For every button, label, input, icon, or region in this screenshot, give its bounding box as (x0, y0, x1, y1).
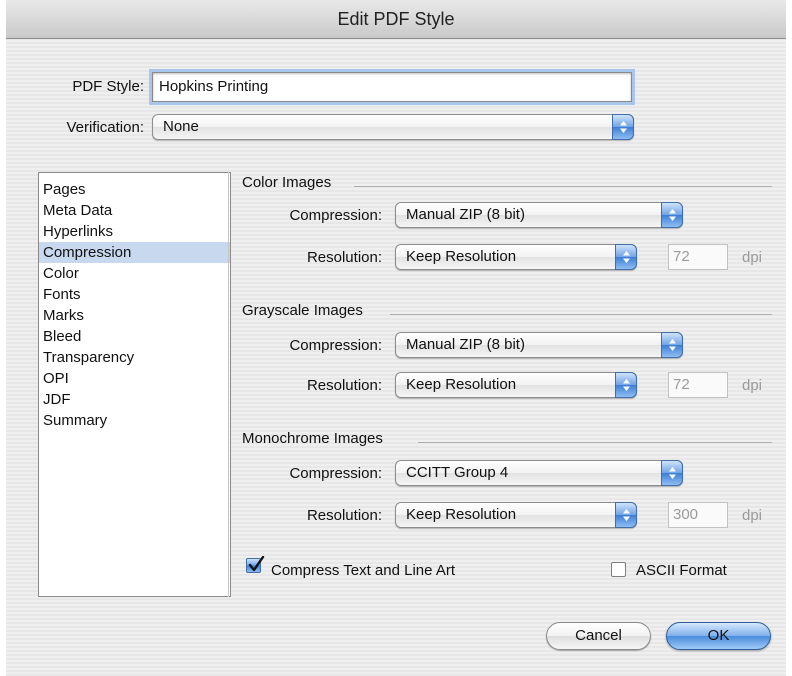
cancel-button[interactable]: Cancel (546, 622, 651, 650)
color-images-separator (354, 186, 772, 187)
grayscale-compression-popup[interactable]: Manual ZIP (8 bit) (395, 332, 683, 358)
color-dpi-field[interactable]: 72 (668, 244, 728, 270)
monochrome-compression-label: Compression: (289, 465, 382, 482)
sidebar-item-compression[interactable]: Compression (39, 242, 230, 263)
grayscale-compression-value: Manual ZIP (8 bit) (406, 336, 525, 353)
sidebar-item-transparency[interactable]: Transparency (39, 347, 230, 368)
grayscale-images-title: Grayscale Images (242, 302, 363, 319)
compress-text-checkbox[interactable] (246, 556, 265, 573)
monochrome-resolution-label: Resolution: (306, 507, 382, 524)
sidebar-item-meta-data[interactable]: Meta Data (39, 200, 230, 221)
ascii-format-label[interactable]: ASCII Format (636, 562, 727, 579)
ok-button[interactable]: OK (666, 622, 771, 650)
grayscale-resolution-value: Keep Resolution (406, 376, 517, 393)
monochrome-dpi-unit: dpi (742, 507, 763, 524)
sidebar-item-summary[interactable]: Summary (39, 410, 230, 431)
sidebar-item-opi[interactable]: OPI (39, 368, 230, 389)
panel-divider (228, 172, 229, 597)
popup-arrows-icon (612, 114, 634, 140)
monochrome-compression-value: CCITT Group 4 (406, 464, 509, 481)
popup-arrows-icon (615, 244, 637, 270)
color-resolution-popup[interactable]: Keep Resolution (395, 244, 637, 270)
popup-arrows-icon (615, 502, 637, 528)
color-resolution-value: Keep Resolution (406, 248, 517, 265)
color-compression-popup[interactable]: Manual ZIP (8 bit) (395, 202, 683, 228)
verification-popup[interactable]: None (152, 114, 634, 140)
sidebar-item-bleed[interactable]: Bleed (39, 326, 230, 347)
edit-pdf-style-dialog: Edit PDF Style PDF Style: Hopkins Printi… (6, 0, 786, 676)
checkmark-icon (248, 556, 265, 572)
monochrome-compression-popup[interactable]: CCITT Group 4 (395, 460, 683, 486)
color-compression-value: Manual ZIP (8 bit) (406, 206, 525, 223)
monochrome-resolution-value: Keep Resolution (406, 506, 517, 523)
sidebar-item-pages[interactable]: Pages (39, 179, 230, 200)
grayscale-dpi-field[interactable]: 72 (668, 372, 728, 398)
grayscale-resolution-popup[interactable]: Keep Resolution (395, 372, 637, 398)
verification-value: None (163, 118, 199, 135)
color-images-title: Color Images (242, 174, 332, 191)
popup-arrows-icon (615, 372, 637, 398)
color-resolution-label: Resolution: (306, 249, 382, 266)
grayscale-resolution-label: Resolution: (306, 377, 382, 394)
ascii-format-checkbox[interactable] (611, 562, 626, 577)
popup-arrows-icon (661, 332, 683, 358)
monochrome-resolution-popup[interactable]: Keep Resolution (395, 502, 637, 528)
compress-text-label[interactable]: Compress Text and Line Art (271, 562, 455, 579)
grayscale-images-separator (390, 314, 772, 315)
monochrome-dpi-field[interactable]: 300 (668, 502, 728, 528)
grayscale-compression-label: Compression: (289, 337, 382, 354)
sidebar-item-jdf[interactable]: JDF (39, 389, 230, 410)
dialog-title: Edit PDF Style (6, 0, 786, 39)
sidebar-item-fonts[interactable]: Fonts (39, 284, 230, 305)
monochrome-images-separator (418, 442, 772, 443)
pdf-style-field[interactable]: Hopkins Printing (152, 72, 632, 102)
category-list: Pages Meta Data Hyperlinks Compression C… (38, 172, 231, 597)
popup-arrows-icon (661, 460, 683, 486)
color-dpi-unit: dpi (742, 249, 763, 266)
sidebar-item-hyperlinks[interactable]: Hyperlinks (39, 221, 230, 242)
color-compression-label: Compression: (289, 207, 382, 224)
grayscale-dpi-unit: dpi (742, 377, 763, 394)
sidebar-item-marks[interactable]: Marks (39, 305, 230, 326)
monochrome-images-title: Monochrome Images (242, 430, 383, 447)
sidebar-item-color[interactable]: Color (39, 263, 230, 284)
pdf-style-label: PDF Style: (72, 78, 144, 95)
verification-label: Verification: (66, 119, 144, 136)
popup-arrows-icon (661, 202, 683, 228)
